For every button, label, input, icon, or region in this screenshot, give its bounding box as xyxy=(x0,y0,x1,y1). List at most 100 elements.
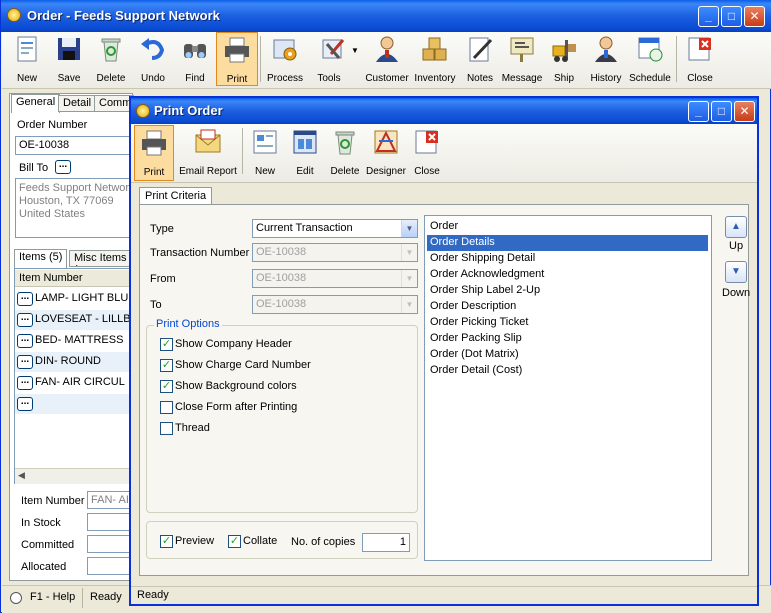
table-row[interactable]: ... xyxy=(15,394,133,414)
chevron-down-icon[interactable]: ▼ xyxy=(401,296,417,313)
checkbox-unchecked[interactable] xyxy=(160,401,173,414)
items-horizontal-scrollbar[interactable]: ◀ xyxy=(15,468,133,484)
table-row[interactable]: ... LAMP- LIGHT BLUE xyxy=(15,289,133,309)
list-item[interactable]: Order Detail (Cost) xyxy=(427,363,708,379)
move-down-button[interactable]: ▼ xyxy=(725,261,747,283)
item-lookup-button[interactable]: ... xyxy=(17,376,33,390)
chevron-down-icon[interactable]: ▼ xyxy=(401,220,417,237)
type-select[interactable]: Current Transaction ▼ xyxy=(252,219,418,238)
recycle-bin-icon xyxy=(335,131,355,155)
dialog-maximize-button[interactable]: □ xyxy=(711,101,732,122)
list-item[interactable]: Order Packing Slip xyxy=(427,331,708,347)
schedule-button[interactable]: Schedule xyxy=(628,32,672,86)
tab-detail[interactable]: Detail xyxy=(58,95,97,112)
item-lookup-button[interactable]: ... xyxy=(17,292,33,306)
inventory-button[interactable]: Inventory xyxy=(410,32,460,86)
notes-pencil-icon xyxy=(469,37,493,62)
item-cell[interactable]: LOVESEAT - LILLBI xyxy=(35,313,133,325)
maximize-button[interactable]: □ xyxy=(721,6,742,27)
tab-items[interactable]: Items (5) xyxy=(14,249,68,268)
table-row[interactable]: ... FAN- AIR CIRCUL xyxy=(15,373,133,393)
dialog-close-window-button[interactable]: ✕ xyxy=(734,101,755,122)
find-button[interactable]: Find xyxy=(174,32,216,86)
close-button[interactable]: Close xyxy=(679,32,721,86)
item-lookup-button[interactable]: ... xyxy=(17,313,33,327)
title-bar[interactable]: Order - Feeds Support Network _ □ ✕ xyxy=(1,0,771,32)
notes-button[interactable]: Notes xyxy=(460,32,500,86)
undo-button[interactable]: Undo xyxy=(132,32,174,86)
committed-field[interactable] xyxy=(87,535,133,553)
transaction-number-select[interactable]: OE-10038 ▼ xyxy=(252,243,418,262)
order-number-field[interactable]: OE-10038 xyxy=(15,136,133,155)
save-button[interactable]: Save xyxy=(48,32,90,86)
list-item-selected[interactable]: Order Details xyxy=(427,235,708,251)
dialog-new-button[interactable]: New xyxy=(246,125,284,179)
chevron-down-icon[interactable]: ▼ xyxy=(401,244,417,261)
list-item[interactable]: Order Shipping Detail xyxy=(427,251,708,267)
checkbox-checked[interactable]: ✓ xyxy=(160,338,173,351)
list-item[interactable]: Order Description xyxy=(427,299,708,315)
print-button[interactable]: Print xyxy=(216,32,258,86)
collate-label: Collate xyxy=(243,535,278,547)
item-cell[interactable]: LAMP- LIGHT BLUE xyxy=(35,292,133,304)
dialog-print-button[interactable]: Print xyxy=(134,125,174,181)
item-cell[interactable]: FAN- AIR CIRCUL xyxy=(35,376,133,388)
customer-button[interactable]: Customer xyxy=(364,32,410,86)
item-cell[interactable]: BED- MATTRESS xyxy=(35,334,133,346)
dialog-close-button[interactable]: Close xyxy=(408,125,446,179)
move-up-button[interactable]: ▲ xyxy=(725,216,747,238)
list-item[interactable]: Order Picking Ticket xyxy=(427,315,708,331)
item-lookup-button[interactable]: ... xyxy=(17,334,33,348)
list-item[interactable]: Order Ship Label 2-Up xyxy=(427,283,708,299)
checkbox-checked[interactable]: ✓ xyxy=(228,535,241,548)
ship-button[interactable]: Ship xyxy=(544,32,584,86)
bill-to-lookup-button[interactable]: ... xyxy=(55,160,71,174)
tab-comments[interactable]: Comm xyxy=(94,95,134,112)
address-line: Feeds Support Networ xyxy=(19,182,130,194)
dialog-minimize-button[interactable]: _ xyxy=(688,101,709,122)
history-button[interactable]: History xyxy=(584,32,628,86)
tools-button[interactable]: Tools ▼ xyxy=(307,32,361,86)
minimize-button[interactable]: _ xyxy=(698,6,719,27)
checkbox-checked[interactable]: ✓ xyxy=(160,380,173,393)
to-select[interactable]: OE-10038 ▼ xyxy=(252,295,418,314)
in-stock-field[interactable] xyxy=(87,513,133,531)
binoculars-icon xyxy=(184,44,206,58)
checkbox-unchecked[interactable] xyxy=(160,422,173,435)
table-row[interactable]: ... BED- MATTRESS xyxy=(15,331,133,351)
message-button[interactable]: Message xyxy=(500,32,544,86)
dialog-edit-button[interactable]: Edit xyxy=(286,125,324,179)
chevron-down-icon[interactable]: ▼ xyxy=(401,270,417,287)
type-label: Type xyxy=(150,223,174,235)
list-item[interactable]: Order xyxy=(427,219,708,235)
list-item[interactable]: Order (Dot Matrix) xyxy=(427,347,708,363)
from-select[interactable]: OE-10038 ▼ xyxy=(252,269,418,288)
close-window-button[interactable]: ✕ xyxy=(744,6,765,27)
tools-dropdown-arrow-icon[interactable]: ▼ xyxy=(351,46,359,55)
delete-button[interactable]: Delete xyxy=(90,32,132,86)
address-line: United States xyxy=(19,208,86,220)
copies-field[interactable]: 1 xyxy=(362,533,410,552)
item-lookup-button[interactable]: ... xyxy=(17,355,33,369)
tab-print-criteria[interactable]: Print Criteria xyxy=(139,187,213,205)
table-row[interactable]: ... DIN- ROUND xyxy=(15,352,133,372)
item-lookup-button[interactable]: ... xyxy=(17,397,33,411)
allocated-field[interactable] xyxy=(87,557,133,575)
checkbox-checked[interactable]: ✓ xyxy=(160,535,173,548)
tab-misc-items[interactable]: Misc Items ( xyxy=(69,250,133,267)
new-button[interactable]: New xyxy=(6,32,48,86)
designer-button[interactable]: Designer xyxy=(365,125,407,179)
dialog-title-bar[interactable]: Print Order _ □ ✕ xyxy=(131,98,757,124)
edit-report-icon xyxy=(293,130,317,154)
report-list[interactable]: Order Order Details Order Shipping Detai… xyxy=(424,215,712,561)
email-report-button[interactable]: Email Report xyxy=(177,125,239,179)
item-cell[interactable]: DIN- ROUND xyxy=(35,355,133,367)
table-row[interactable]: ... LOVESEAT - LILLBI xyxy=(15,310,133,330)
checkbox-checked[interactable]: ✓ xyxy=(160,359,173,372)
tab-general[interactable]: General xyxy=(11,94,61,113)
list-item[interactable]: Order Acknowledgment xyxy=(427,267,708,283)
transaction-number-label: Transaction Number xyxy=(150,247,250,259)
item-number-field[interactable]: FAN- AIR xyxy=(87,491,133,509)
scroll-left-icon[interactable]: ◀ xyxy=(18,470,25,481)
dialog-delete-button[interactable]: Delete xyxy=(326,125,364,179)
